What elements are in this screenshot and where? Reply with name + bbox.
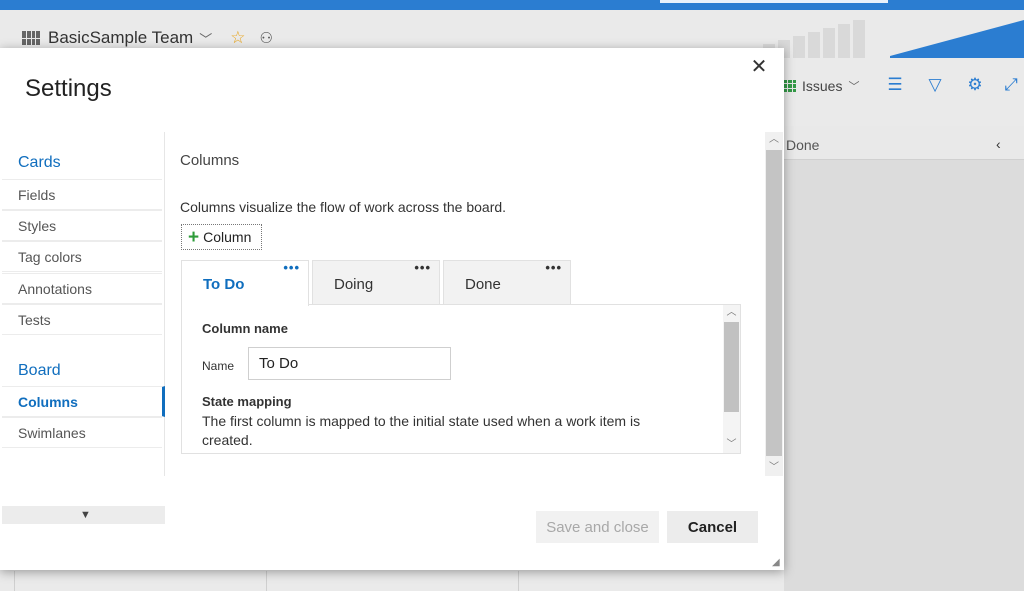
team-name[interactable]: BasicSample Team bbox=[48, 28, 193, 48]
nav-item-fields[interactable]: Fields bbox=[2, 179, 162, 210]
nav-item-styles[interactable]: Styles bbox=[2, 210, 162, 241]
star-icon[interactable]: ☆ bbox=[230, 28, 245, 48]
settings-gear-icon[interactable]: ⚙ bbox=[964, 74, 986, 96]
more-actions-icon[interactable]: ••• bbox=[283, 261, 300, 275]
section-description: Columns visualize the flow of work acros… bbox=[180, 199, 507, 215]
settings-nav: Cards Fields Styles Tag colors Annotatio… bbox=[2, 132, 165, 524]
scroll-down-icon[interactable]: ﹀ bbox=[723, 437, 740, 453]
nav-item-columns[interactable]: Columns bbox=[2, 386, 165, 417]
save-and-close-button[interactable]: Save and close bbox=[536, 511, 659, 543]
nav-section-board: Board bbox=[18, 362, 61, 379]
nav-item-tag-colors[interactable]: Tag colors bbox=[2, 241, 162, 272]
state-mapping-heading: State mapping bbox=[202, 394, 292, 409]
tab-doing[interactable]: Doing ••• bbox=[312, 260, 440, 305]
tab-label: Doing bbox=[334, 276, 374, 293]
section-title: Columns bbox=[180, 152, 240, 169]
plus-icon: + bbox=[188, 226, 200, 248]
nav-item-tests[interactable]: Tests bbox=[2, 304, 162, 335]
tab-done[interactable]: Done ••• bbox=[443, 260, 571, 305]
column-divider bbox=[518, 571, 519, 591]
more-actions-icon[interactable]: ••• bbox=[414, 261, 431, 275]
add-column-button[interactable]: + Column bbox=[181, 224, 263, 250]
cancel-button[interactable]: Cancel bbox=[667, 511, 758, 543]
column-divider bbox=[266, 571, 267, 591]
collapse-chevron-icon[interactable]: ‹ bbox=[996, 136, 1001, 152]
close-icon[interactable]: ✕ bbox=[748, 56, 770, 78]
tab-label: To Do bbox=[203, 276, 245, 293]
nav-section-cards: Cards bbox=[18, 154, 61, 171]
state-mapping-description: The first column is mapped to the initia… bbox=[202, 413, 641, 448]
backlog-level-selector[interactable]: Issues ﹀ bbox=[784, 78, 859, 94]
board-toolbar: Issues ﹀ bbox=[784, 74, 859, 98]
nav-scroll-down-icon[interactable]: ▼ bbox=[80, 509, 91, 521]
settings-content: Columns Columns visualize the flow of wo… bbox=[166, 132, 764, 476]
tab-to-do[interactable]: To Do ••• bbox=[181, 260, 309, 306]
scroll-thumb[interactable] bbox=[766, 150, 782, 456]
tab-label: Done bbox=[465, 276, 501, 293]
column-tabs: To Do ••• Doing ••• Done ••• bbox=[181, 260, 571, 306]
scroll-down-icon[interactable]: ﹀ bbox=[765, 460, 783, 476]
dialog-scrollbar[interactable]: ︿ ﹀ bbox=[765, 132, 783, 476]
nav-item-swimlanes[interactable]: Swimlanes bbox=[2, 417, 162, 448]
board-grid-icon bbox=[22, 31, 40, 45]
add-column-label: Column bbox=[203, 229, 252, 245]
settings-dialog: Settings ✕ Cards Fields Styles Tag color… bbox=[0, 48, 784, 570]
nav-item-annotations[interactable]: Annotations bbox=[2, 273, 162, 304]
scroll-up-icon[interactable]: ︿ bbox=[765, 132, 783, 148]
column-divider bbox=[14, 571, 15, 591]
column-name-heading: Column name bbox=[202, 321, 288, 336]
resize-grip-icon[interactable]: ◢ bbox=[772, 558, 782, 568]
filter-icon[interactable]: ▽ bbox=[924, 74, 946, 96]
team-header: BasicSample Team ﹀ ☆ ⚇ bbox=[22, 28, 273, 48]
chevron-down-icon: ﹀ bbox=[848, 81, 860, 93]
backlog-level-label: Issues bbox=[802, 78, 843, 94]
board-column-body bbox=[784, 160, 1024, 591]
name-label: Name bbox=[202, 359, 235, 373]
issues-icon bbox=[784, 80, 796, 92]
team-members-icon[interactable]: ⚇ bbox=[259, 29, 272, 47]
chevron-down-icon[interactable]: ﹀ bbox=[199, 29, 212, 48]
column-name-input[interactable] bbox=[248, 347, 451, 380]
board-column-title: Done bbox=[786, 137, 820, 153]
column-details-panel: Column name Name State mapping The first… bbox=[181, 304, 741, 454]
dialog-title: Settings bbox=[25, 75, 112, 102]
burnup-mini-chart bbox=[890, 20, 1024, 58]
scroll-up-icon[interactable]: ︿ bbox=[723, 305, 740, 321]
board-column-header bbox=[784, 126, 1024, 160]
scroll-thumb[interactable] bbox=[724, 322, 739, 412]
view-options-icon[interactable]: ☰ bbox=[884, 74, 906, 96]
fullscreen-icon[interactable]: ⤢ bbox=[1000, 74, 1022, 96]
panel-scrollbar[interactable]: ︿ ﹀ bbox=[723, 305, 740, 453]
more-actions-icon[interactable]: ••• bbox=[545, 261, 562, 275]
top-search-box[interactable] bbox=[660, 0, 888, 3]
